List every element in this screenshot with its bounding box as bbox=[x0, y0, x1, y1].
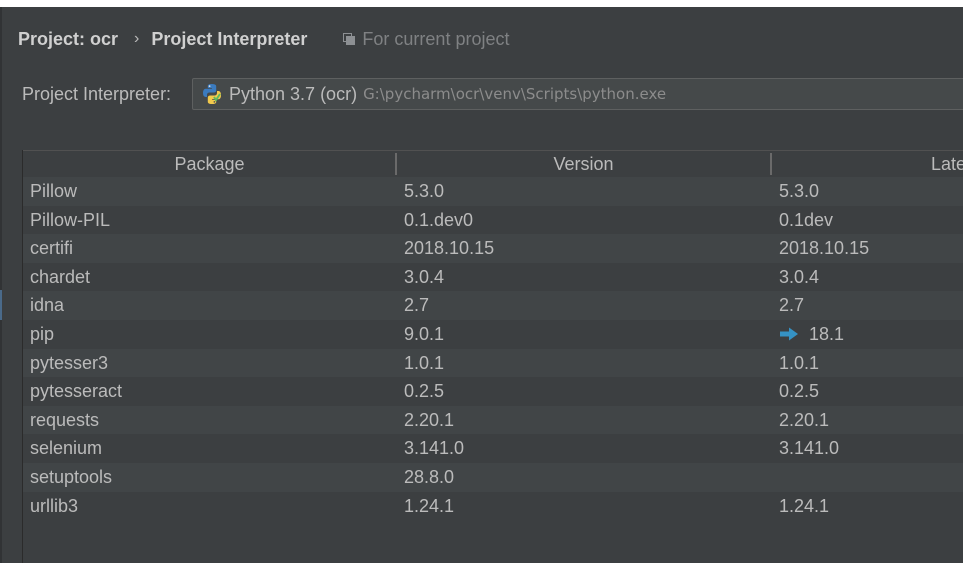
package-version: 0.1.dev0 bbox=[404, 209, 474, 230]
package-name: pip bbox=[30, 323, 55, 344]
arrow-right-icon[interactable] bbox=[779, 327, 799, 341]
breadcrumb: Project: ocr › Project Interpreter For c… bbox=[18, 27, 509, 51]
package-latest: 2.20.1 bbox=[779, 406, 829, 435]
package-latest: 2018.10.15 bbox=[779, 234, 869, 263]
package-name: selenium bbox=[30, 438, 103, 459]
table-row[interactable]: Pillow 5.3.0 5.3.0 bbox=[23, 177, 963, 206]
latest-version: 2018.10.15 bbox=[779, 238, 870, 259]
package-version: 3.141.0 bbox=[404, 438, 465, 459]
package-version: 2018.10.15 bbox=[404, 238, 495, 259]
column-header-version[interactable]: Version bbox=[396, 151, 771, 177]
interpreter-select[interactable]: Python 3.7 (ocr) G:\pycharm\ocr\venv\Scr… bbox=[192, 78, 963, 110]
package-latest: 3.141.0 bbox=[779, 434, 839, 463]
copy-icon bbox=[343, 33, 356, 45]
package-name: idna bbox=[30, 295, 65, 316]
package-name: Pillow-PIL bbox=[30, 209, 111, 230]
latest-version: 18.1 bbox=[809, 323, 845, 344]
breadcrumb-page-title: Project Interpreter bbox=[151, 28, 308, 49]
latest-version: 0.2.5 bbox=[779, 381, 820, 402]
python-icon bbox=[203, 84, 221, 104]
package-latest: 1.24.1 bbox=[779, 492, 829, 521]
package-latest: 0.1dev bbox=[779, 206, 833, 235]
package-name: Pillow bbox=[30, 181, 78, 201]
package-version: 3.0.4 bbox=[404, 266, 445, 287]
package-latest: 0.2.5 bbox=[779, 377, 819, 406]
package-version: 28.8.0 bbox=[404, 466, 455, 487]
table-row[interactable]: requests 2.20.1 2.20.1 bbox=[23, 405, 963, 435]
package-version: 1.0.1 bbox=[404, 352, 445, 373]
latest-version: 2.20.1 bbox=[779, 409, 830, 430]
interpreter-row: Project Interpreter: Python 3.7 (ocr) G:… bbox=[22, 78, 963, 110]
latest-version: 3.0.4 bbox=[779, 266, 820, 287]
package-name: certifi bbox=[30, 238, 74, 259]
latest-version: 5.3.0 bbox=[779, 181, 820, 201]
package-name: pytesseract bbox=[30, 381, 123, 402]
table-row[interactable]: urllib3 1.24.1 1.24.1 bbox=[23, 492, 963, 521]
column-header-latest[interactable]: Late bbox=[771, 151, 963, 177]
package-name: chardet bbox=[30, 266, 91, 287]
package-version: 5.3.0 bbox=[404, 181, 445, 201]
table-row[interactable]: certifi 2018.10.15 2018.10.15 bbox=[23, 234, 963, 263]
package-latest: 3.0.4 bbox=[779, 263, 819, 292]
package-version: 2.7 bbox=[404, 295, 430, 316]
left-focus-marker bbox=[0, 290, 2, 320]
latest-version: 2.7 bbox=[779, 295, 805, 316]
breadcrumb-separator: › bbox=[134, 30, 140, 47]
breadcrumb-project[interactable]: Project: ocr bbox=[18, 29, 118, 50]
interpreter-path: G:\pycharm\ocr\venv\Scripts\python.exe bbox=[363, 85, 667, 103]
package-latest: 18.1 bbox=[779, 320, 844, 349]
package-version: 1.24.1 bbox=[404, 495, 455, 516]
table-row[interactable]: Pillow-PIL 0.1.dev0 0.1dev bbox=[23, 206, 963, 235]
interpreter-label: Project Interpreter: bbox=[22, 83, 172, 104]
latest-version: 0.1dev bbox=[779, 209, 834, 230]
package-name: urllib3 bbox=[30, 495, 79, 516]
package-latest: 5.3.0 bbox=[779, 177, 819, 206]
latest-version: 1.0.1 bbox=[779, 352, 820, 373]
package-version: 9.0.1 bbox=[404, 323, 445, 344]
window-top-edge bbox=[0, 0, 963, 7]
scope-label: For current project bbox=[362, 28, 510, 49]
interpreter-name: Python 3.7 (ocr) bbox=[229, 83, 358, 104]
table-row[interactable]: pip 9.0.1 18.1 bbox=[23, 320, 963, 349]
table-header: Package Version Late bbox=[23, 150, 963, 178]
table-row[interactable]: idna 2.7 2.7 bbox=[23, 291, 963, 320]
package-version: 2.20.1 bbox=[404, 409, 455, 430]
table-body: Pillow 5.3.0 5.3.0 Pillow-PIL 0.1.dev0 0… bbox=[23, 177, 963, 520]
package-version: 0.2.5 bbox=[404, 381, 445, 402]
package-name: setuptools bbox=[30, 466, 113, 487]
latest-version: 3.141.0 bbox=[779, 438, 840, 459]
package-name: requests bbox=[30, 409, 100, 430]
scope-indicator: For current project bbox=[343, 29, 509, 50]
packages-table: Package Version Late Pillow 5.3.0 5.3.0 … bbox=[22, 150, 963, 563]
left-border bbox=[0, 7, 2, 563]
package-latest: 2.7 bbox=[779, 291, 804, 320]
package-name: pytesser3 bbox=[30, 352, 109, 373]
table-row[interactable]: pytesseract 0.2.5 0.2.5 bbox=[23, 377, 963, 406]
table-row[interactable]: setuptools 28.8.0 bbox=[23, 462, 963, 492]
table-row[interactable]: pytesser3 1.0.1 1.0.1 bbox=[23, 348, 963, 378]
table-row[interactable]: selenium 3.141.0 3.141.0 bbox=[23, 434, 963, 463]
column-header-package[interactable]: Package bbox=[23, 151, 396, 177]
table-row[interactable]: chardet 3.0.4 3.0.4 bbox=[23, 263, 963, 292]
package-latest: 1.0.1 bbox=[779, 349, 819, 378]
latest-version: 1.24.1 bbox=[779, 495, 830, 516]
